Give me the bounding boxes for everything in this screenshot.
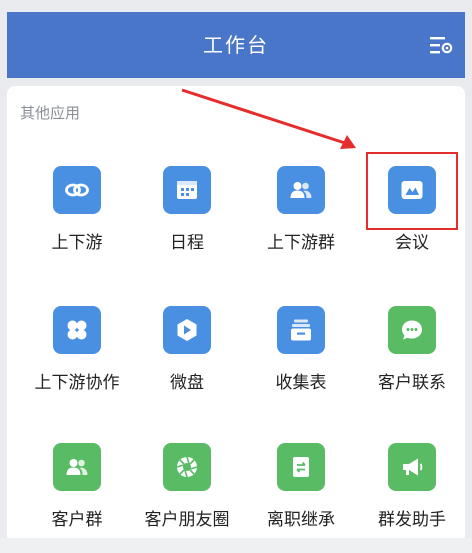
calendar-icon bbox=[163, 166, 211, 214]
app-micro-drive[interactable]: 微盘 bbox=[130, 306, 244, 416]
app-label: 客户群 bbox=[51, 510, 103, 530]
megaphone-icon bbox=[388, 443, 436, 491]
app-upstream-downstream[interactable]: 上下游 bbox=[20, 166, 134, 276]
app-label: 日程 bbox=[170, 233, 204, 253]
app-group-broadcast[interactable]: 群发助手 bbox=[355, 443, 469, 553]
app-label: 微盘 bbox=[170, 373, 204, 393]
app-schedule[interactable]: 日程 bbox=[130, 166, 244, 276]
app-collection-form[interactable]: 收集表 bbox=[244, 306, 358, 416]
app-label: 群发助手 bbox=[378, 510, 446, 530]
transfer-icon bbox=[277, 443, 325, 491]
highlight-box bbox=[366, 152, 458, 230]
app-label: 上下游协作 bbox=[34, 373, 120, 393]
app-resignation-inherit[interactable]: 离职继承 bbox=[244, 443, 358, 553]
app-label: 会议 bbox=[395, 233, 429, 253]
settings-list-icon[interactable] bbox=[429, 33, 455, 57]
app-label: 客户联系 bbox=[378, 373, 446, 393]
page-title: 工作台 bbox=[203, 33, 269, 57]
drive-icon bbox=[163, 306, 211, 354]
four-circles-icon bbox=[53, 306, 101, 354]
header-bar: 工作台 bbox=[7, 12, 465, 78]
app-label: 客户朋友圈 bbox=[144, 510, 230, 530]
app-upstream-group[interactable]: 上下游群 bbox=[244, 166, 358, 276]
group-users-icon bbox=[277, 166, 325, 214]
section-title: 其他应用 bbox=[20, 104, 81, 122]
app-customer-group[interactable]: 客户群 bbox=[20, 443, 134, 553]
customer-group-icon bbox=[53, 443, 101, 491]
app-upstream-collab[interactable]: 上下游协作 bbox=[20, 306, 134, 416]
app-label: 上下游群 bbox=[267, 233, 335, 253]
chain-link-icon bbox=[53, 166, 101, 214]
app-label: 上下游 bbox=[51, 233, 103, 253]
app-customer-contact[interactable]: 客户联系 bbox=[355, 306, 469, 416]
app-label: 收集表 bbox=[275, 373, 327, 393]
form-icon bbox=[277, 306, 325, 354]
app-label: 离职继承 bbox=[267, 510, 335, 530]
chat-bubble-icon bbox=[388, 306, 436, 354]
app-customer-moments[interactable]: 客户朋友圈 bbox=[130, 443, 244, 553]
aperture-icon bbox=[163, 443, 211, 491]
